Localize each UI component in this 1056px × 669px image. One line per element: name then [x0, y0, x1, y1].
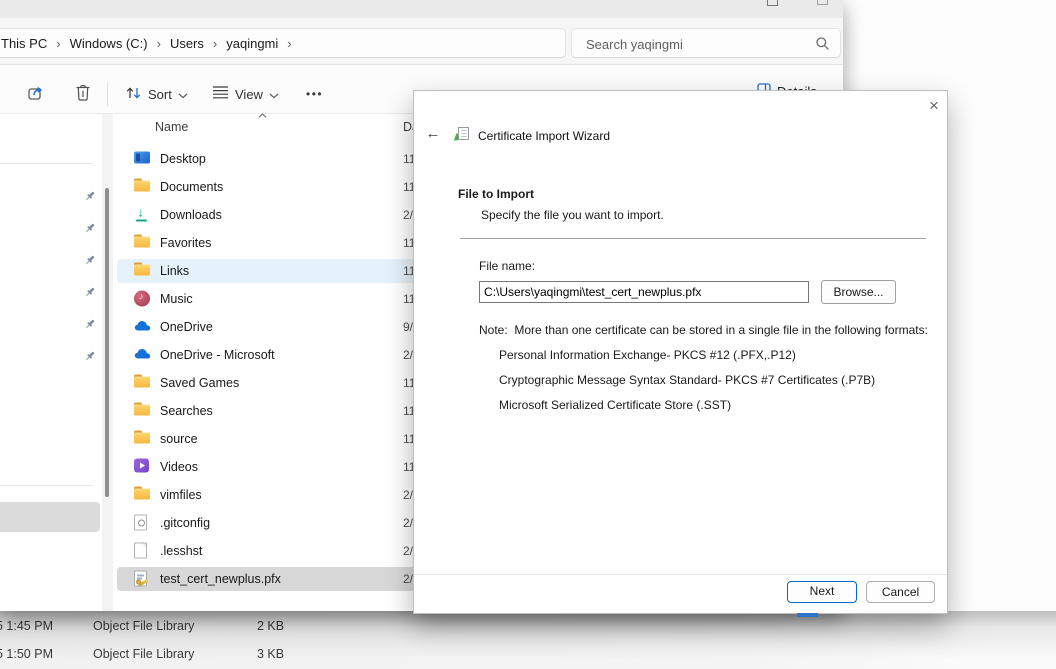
maximize-icon[interactable] [767, 0, 778, 6]
desktop-icon [134, 151, 152, 168]
file-name-label: Desktop [160, 152, 206, 166]
file-name-label: Downloads [160, 208, 222, 222]
sort-ascending-icon [258, 105, 267, 123]
folder-icon [134, 179, 152, 196]
next-button[interactable]: Next [787, 581, 857, 603]
share-icon [26, 83, 47, 106]
file-name-input[interactable] [479, 281, 809, 303]
file-name-label: OneDrive [160, 320, 213, 334]
certificate-import-wizard-dialog: × ← Certificate Import Wizard File to Im… [413, 90, 948, 614]
file-type: Object File Library [93, 641, 194, 667]
back-arrow-icon[interactable]: ← [423, 125, 443, 143]
folder-icon [134, 263, 152, 280]
file-name-label: .gitconfig [160, 516, 210, 530]
file-date-fragment: 2/ [403, 488, 413, 502]
file-name-label: test_cert_newplus.pfx [160, 572, 281, 586]
file-icon [134, 543, 152, 560]
folder-icon [134, 375, 152, 392]
breadcrumb-separator: › [50, 36, 66, 51]
certificate-wizard-icon [455, 127, 472, 143]
file-time: 5 1:45 PM [0, 613, 53, 639]
folder-icon [134, 487, 152, 504]
chevron-down-icon [269, 87, 279, 102]
file-name-label: source [160, 432, 198, 446]
background-file-row: 5 1:50 PM Object File Library 3 KB [0, 641, 900, 667]
background-file-row: 5 1:45 PM Object File Library 2 KB [0, 613, 900, 639]
file-name-label: vimfiles [160, 488, 202, 502]
explorer-titlebar [0, 0, 843, 18]
file-name-label: .lesshst [160, 544, 202, 558]
file-name-label: Videos [160, 460, 198, 474]
background-window: 5 1:45 PM Object File Library 2 KB 5 1:5… [0, 611, 1056, 669]
address-bar[interactable]: This PC › Windows (C:) › Users › yaqingm… [0, 28, 566, 58]
search-box[interactable] [571, 28, 841, 58]
section-subheading: Specify the file you want to import. [481, 208, 664, 222]
trash-icon [74, 83, 92, 105]
cert-icon [134, 571, 152, 588]
chevron-down-icon [178, 87, 188, 102]
file-name-label: Documents [160, 180, 223, 194]
breadcrumb-separator: › [281, 36, 297, 51]
view-button[interactable]: View [206, 80, 285, 108]
background-accent-fragment [797, 613, 818, 617]
breadcrumb-yaqingmi[interactable]: yaqingmi [223, 34, 281, 53]
cloud-icon [134, 347, 152, 364]
format-item: Personal Information Exchange- PKCS #12 … [499, 348, 796, 362]
screen: 5 1:45 PM Object File Library 2 KB 5 1:5… [0, 0, 1056, 669]
view-icon [212, 85, 229, 103]
folder-icon [134, 431, 152, 448]
search-icon[interactable] [815, 36, 830, 56]
file-name-label: Searches [160, 404, 213, 418]
file-name-label: Saved Games [160, 376, 239, 390]
file-name-label: Favorites [160, 236, 211, 250]
file-size: 3 KB [257, 641, 284, 667]
file-size: 2 KB [257, 613, 284, 639]
file-name-label: Music [160, 292, 193, 306]
sort-icon [125, 85, 142, 104]
file-type: Object File Library [93, 613, 194, 639]
folder-icon [134, 235, 152, 252]
browse-button[interactable]: Browse... [821, 280, 896, 304]
file-name-label: OneDrive - Microsoft [160, 348, 275, 362]
more-options-button[interactable]: ••• [300, 80, 329, 108]
divider [460, 238, 926, 239]
format-item: Cryptographic Message Syntax Standard- P… [499, 373, 875, 387]
column-header-name[interactable]: Name [155, 120, 188, 134]
ellipsis-icon: ••• [306, 87, 323, 101]
breadcrumb-this-pc[interactable]: This PC [0, 34, 50, 53]
sort-label: Sort [148, 87, 172, 102]
close-icon[interactable] [817, 0, 828, 5]
note-text: Note: More than one certificate can be s… [479, 323, 928, 337]
breadcrumb-separator: › [207, 36, 223, 51]
divider [414, 574, 947, 575]
share-button[interactable] [20, 80, 53, 108]
breadcrumb-windows-c[interactable]: Windows (C:) [67, 34, 151, 53]
sort-button[interactable]: Sort [119, 80, 194, 108]
toolbar-separator [107, 82, 108, 106]
music-icon [134, 291, 152, 308]
breadcrumb-separator: › [151, 36, 167, 51]
format-item: Microsoft Serialized Certificate Store (… [499, 398, 731, 412]
file-name-label: File name: [479, 259, 535, 273]
download-icon [134, 207, 152, 224]
file-name-label: Links [160, 264, 189, 278]
folder-icon [134, 403, 152, 420]
file-time: 5 1:50 PM [0, 641, 53, 667]
view-label: View [235, 87, 263, 102]
search-input[interactable] [584, 31, 798, 57]
cancel-button[interactable]: Cancel [866, 581, 935, 603]
gearfile-icon [134, 515, 152, 532]
close-icon[interactable]: × [922, 95, 946, 117]
dialog-title: Certificate Import Wizard [478, 129, 610, 143]
video-icon [134, 459, 152, 476]
section-heading: File to Import [458, 187, 534, 201]
breadcrumb-users[interactable]: Users [167, 34, 207, 53]
delete-button[interactable] [68, 80, 98, 108]
cloud-icon [134, 319, 152, 336]
